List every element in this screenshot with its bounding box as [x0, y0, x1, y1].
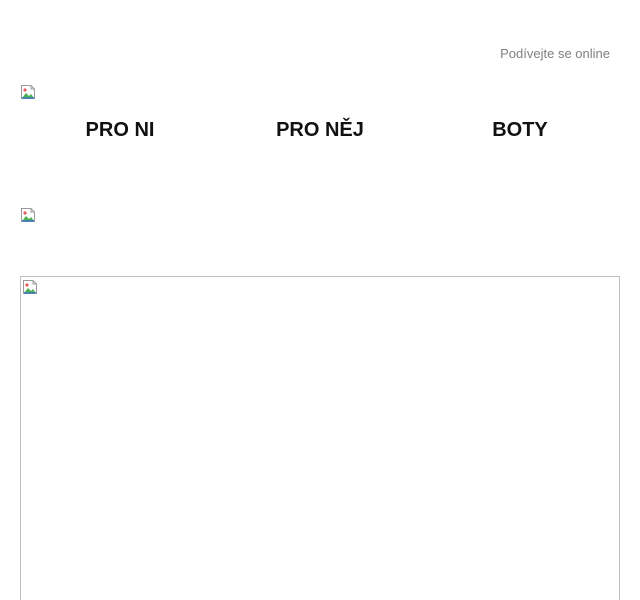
view-online-link[interactable]: Podívejte se online: [500, 46, 610, 61]
main-navigation: PRO NI PRO NĚJ BOTY: [20, 118, 620, 142]
nav-item-pro-ni[interactable]: PRO NI: [20, 118, 220, 142]
email-page: Podívejte se online PRO NI PRO NĚJ BOTY: [0, 0, 640, 600]
nav-item-pro-nej[interactable]: PRO NĚJ: [220, 118, 420, 142]
nav-item-boty[interactable]: BOTY: [420, 118, 620, 142]
hero-image-placeholder: [22, 279, 38, 295]
logo-image[interactable]: [20, 84, 36, 100]
broken-image-icon: [21, 85, 35, 99]
hero-image[interactable]: [20, 276, 620, 600]
broken-image-icon: [23, 280, 37, 294]
banner-image[interactable]: [20, 207, 36, 223]
broken-image-icon: [21, 208, 35, 222]
